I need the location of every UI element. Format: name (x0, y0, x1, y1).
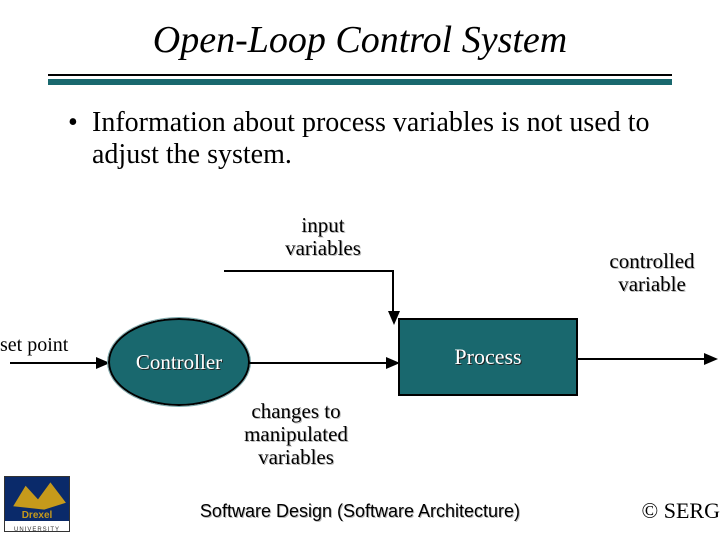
logo-dragon-icon (7, 479, 69, 513)
slide-title: Open-Loop Control System (0, 0, 720, 62)
process-node: Process (398, 318, 578, 396)
arrow-output-head (704, 353, 718, 365)
arrow-output (578, 358, 708, 360)
logo: Drexel UNIVERSITY (4, 476, 70, 532)
input-vline (392, 270, 394, 316)
title-rule-thin (48, 74, 672, 76)
controlled-variable-label: controlledvariable (582, 250, 720, 296)
title-rule-thick (48, 79, 672, 85)
input-variables-label: inputvariables (248, 214, 398, 260)
arrow-setpoint (10, 362, 98, 364)
process-label: Process (454, 344, 521, 370)
controller-label: Controller (136, 350, 222, 375)
arrow-ctrl-proc (248, 362, 388, 364)
logo-brand: Drexel (5, 510, 69, 521)
changes-label: changes tomanipulatedvariables (206, 400, 386, 469)
copyright: © SERG (642, 498, 720, 524)
bullet-text: Information about process variables is n… (92, 107, 660, 171)
footer-text: Software Design (Software Architecture) (0, 501, 720, 522)
logo-university: UNIVERSITY (5, 527, 69, 533)
set-point-label: set point (0, 334, 98, 356)
diagram: set point Controller inputvariables chan… (0, 210, 720, 470)
controller-node: Controller (108, 318, 250, 406)
input-hline (224, 270, 394, 272)
